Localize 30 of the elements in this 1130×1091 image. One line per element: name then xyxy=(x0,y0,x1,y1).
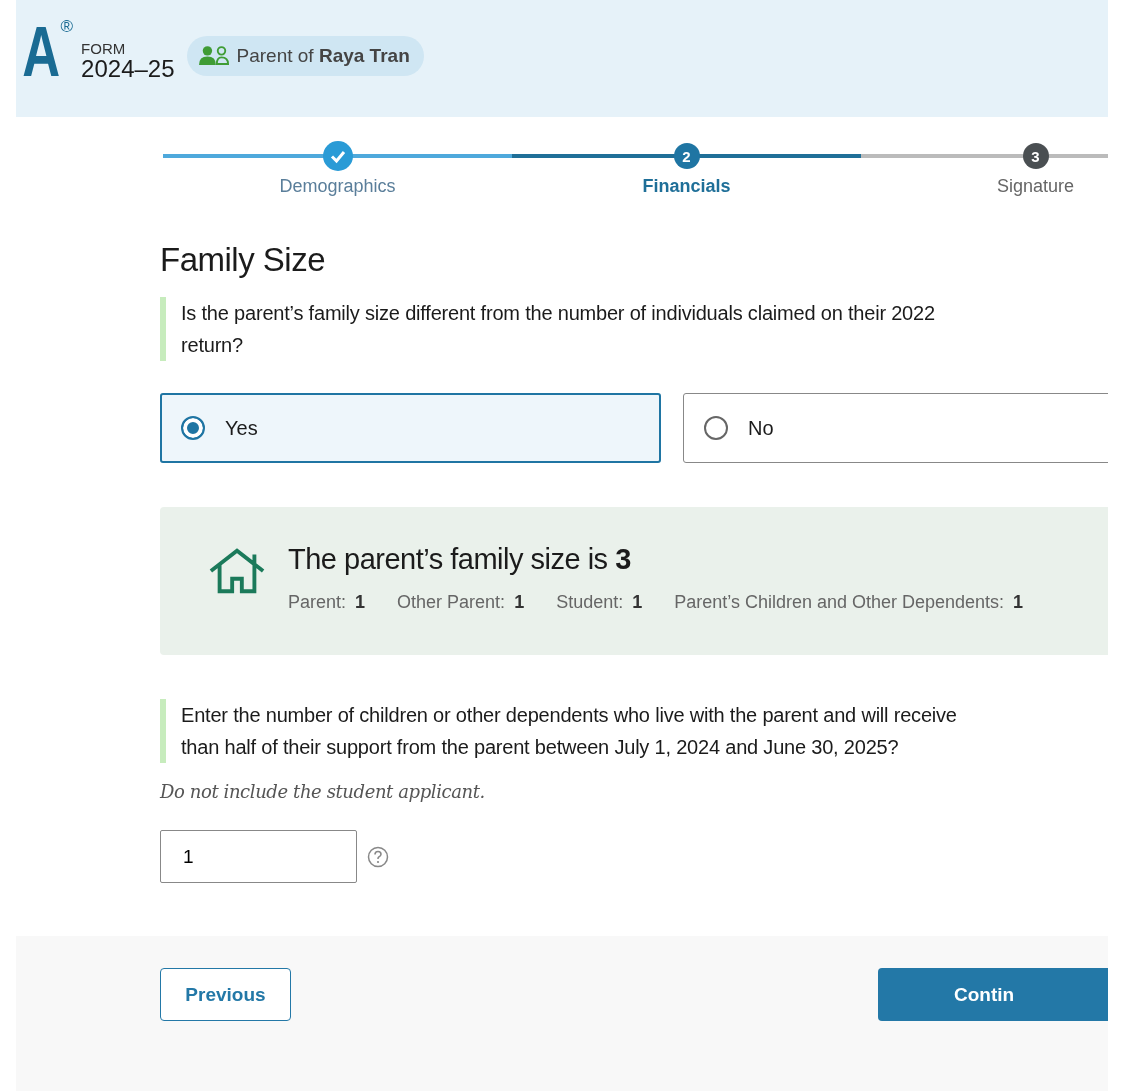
role-text: Parent of Raya Tran xyxy=(236,44,410,67)
radio-option[interactable]: No xyxy=(683,393,1108,463)
radio-option[interactable]: Yes xyxy=(160,393,661,463)
count-value: 1 xyxy=(1013,592,1024,613)
page-title: Family Size xyxy=(160,241,327,279)
count-label: Other Parent: xyxy=(397,592,506,613)
step-label[interactable]: Signature xyxy=(996,176,1075,197)
step-label[interactable]: Demographics xyxy=(279,176,396,197)
previous-button[interactable]: Previous xyxy=(160,968,291,1021)
question-text: Enter the number of children or other dependents who live with the parent and will receive than half of their support from the parent between July 1, 2024 and June 30, 2025? xyxy=(160,699,1108,763)
people-icon xyxy=(198,45,229,66)
count-value: 1 xyxy=(632,592,643,613)
step-label[interactable]: Financials xyxy=(642,176,731,197)
count-label: Parent: xyxy=(288,592,347,613)
family-size-text: The parent’s family size is 3 xyxy=(288,543,632,576)
form-year: 2024–25 xyxy=(81,57,175,81)
logo-letter: A xyxy=(22,16,61,87)
count-value: 1 xyxy=(355,592,366,613)
form-label: FORM xyxy=(81,40,127,57)
count-value: 1 xyxy=(514,592,525,613)
hint-text: Do not include the student applicant. xyxy=(160,781,486,802)
question-text: Is the parent’s family size different from the number of individuals claimed on their 2022 return? xyxy=(160,297,1108,361)
step-marker: 2 xyxy=(673,143,700,169)
number-input[interactable]: 1 xyxy=(160,830,357,883)
step-marker: 3 xyxy=(1022,143,1049,169)
registered-mark: ® xyxy=(60,16,74,36)
help-icon[interactable] xyxy=(367,845,389,868)
count-label: Parent’s Children and Other Dependents: xyxy=(674,592,1005,613)
count-label: Student: xyxy=(556,592,624,613)
continue-button[interactable]: Contin xyxy=(878,968,1108,1021)
